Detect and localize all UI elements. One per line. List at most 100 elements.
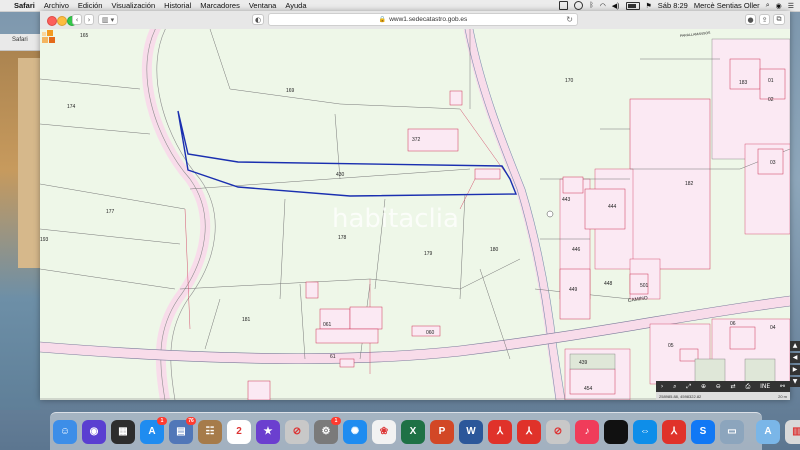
zoom-out-tool-icon[interactable]: ⊖ [716, 383, 721, 390]
search-tool-icon[interactable]: ⌕ [673, 383, 676, 391]
parcel-label[interactable]: 449 [569, 287, 578, 293]
parcel-label[interactable]: 165 [80, 33, 89, 39]
parcel-label[interactable]: 446 [572, 247, 581, 253]
background-window-titlebar[interactable]: Safari [0, 34, 40, 51]
pan-left-button[interactable]: ◀ [790, 353, 800, 363]
pan-right-button[interactable]: ▶ [790, 365, 800, 375]
expand-tool-icon[interactable]: › [661, 383, 663, 390]
dock-app-mission-control[interactable]: ▦ [111, 419, 135, 444]
dock-app-system-preferences[interactable]: ⚙ 1 [314, 416, 341, 444]
dock-app-excel[interactable]: X [401, 419, 425, 444]
dock-app-calendar[interactable]: 2 [227, 419, 251, 444]
dock-app-contacts[interactable]: ☷ [198, 419, 222, 444]
parcel-label[interactable]: 04 [770, 325, 776, 331]
location-marker-icon[interactable] [546, 210, 554, 218]
dock-app-shazam[interactable]: S [691, 419, 715, 444]
pan-down-button[interactable]: ▼ [790, 377, 800, 387]
parcel-label[interactable]: 170 [565, 78, 574, 84]
parcel-label[interactable]: 179 [424, 251, 433, 257]
notification-center-icon[interactable]: ☰ [788, 2, 794, 10]
parcel-label[interactable]: 174 [67, 104, 76, 110]
dock-app-safari[interactable]: ✺ [343, 419, 367, 444]
pan-up-button[interactable]: ▲ [790, 341, 800, 351]
ine-tool-button[interactable]: INE [760, 383, 770, 390]
forward-button[interactable]: › [84, 14, 94, 25]
tabs-overview-button[interactable]: ⧉ [773, 14, 785, 25]
extension-button[interactable]: ● [745, 14, 756, 25]
menu-archivo[interactable]: Archivo [44, 1, 69, 10]
parcel-label[interactable]: 193 [40, 237, 49, 243]
privacy-report-button[interactable]: ◐ [252, 14, 264, 25]
parcel-label[interactable]: 372 [412, 137, 421, 143]
menu-edicion[interactable]: Edición [78, 1, 103, 10]
close-window-button[interactable] [47, 16, 57, 26]
dock-app-imovie[interactable]: ★ [256, 419, 280, 444]
battery-icon[interactable] [625, 1, 640, 10]
dock-app-word[interactable]: W [459, 419, 483, 444]
parcel-label[interactable]: 443 [562, 197, 571, 203]
dock-app-app-store[interactable]: A1 [140, 416, 167, 444]
clock[interactable]: Sáb 8:29 [658, 1, 688, 10]
menu-app-name[interactable]: Safari [14, 1, 35, 10]
dock-app-preview[interactable]: ⊘ [546, 419, 570, 444]
dock-app-acrobat-reader[interactable]: ⅄ [517, 419, 541, 444]
dock-app-trash[interactable]: ▥ [785, 419, 800, 444]
menu-ventana[interactable]: Ventana [249, 1, 277, 10]
parcel-label[interactable]: 182 [685, 181, 694, 187]
parcel-label[interactable]: 169 [286, 88, 295, 94]
screen-mirroring-icon[interactable] [559, 1, 569, 10]
dock-app-acrobat[interactable]: ⅄ [488, 419, 512, 444]
parcel-label[interactable]: 177 [106, 209, 115, 215]
parcel-label[interactable]: 03 [770, 160, 776, 166]
parcel-label[interactable]: 178 [338, 235, 347, 241]
dock-app-downloads-folder[interactable]: A [756, 419, 780, 444]
parcel-label[interactable]: 444 [608, 204, 617, 210]
parcel-label[interactable]: 02 [768, 97, 774, 103]
parcel-label[interactable]: 448 [604, 281, 613, 287]
parcel-label[interactable]: 01 [768, 78, 774, 84]
dock-app-photos[interactable]: ❀ [372, 419, 396, 444]
swap-tool-icon[interactable]: ⇄ [731, 383, 736, 390]
dock-app-siri[interactable]: ◉ [82, 419, 106, 444]
wifi-icon[interactable]: ◠ [600, 2, 606, 10]
parcel-label[interactable]: 61 [330, 354, 336, 360]
address-bar[interactable]: 🔒 www1.sedecatastro.gob.es ↻ [268, 13, 578, 26]
parcel-label[interactable]: 454 [584, 386, 593, 392]
siri-icon[interactable]: ◉ [776, 2, 782, 10]
parcel-label[interactable]: 061 [323, 322, 332, 328]
parcel-label[interactable]: 06 [730, 321, 736, 327]
parcel-label-highlighted[interactable]: 430 [336, 172, 345, 178]
print-tool-icon[interactable]: ⎙ [745, 383, 750, 391]
map-canvas[interactable]: habitaclia 165 174 169 170 177 193 430 3… [40, 29, 790, 400]
minimize-window-button[interactable] [57, 16, 67, 26]
dock-app-apple-tv[interactable] [604, 419, 628, 444]
fullscreen-tool-icon[interactable]: ⤢ [686, 383, 691, 391]
user-name[interactable]: Mercè Sentias Oller [694, 1, 760, 10]
menu-marcadores[interactable]: Marcadores [200, 1, 240, 10]
share-button[interactable]: ⇪ [759, 14, 770, 25]
parcel-label[interactable]: 439 [579, 360, 588, 366]
reload-icon[interactable]: ↻ [566, 15, 573, 24]
parcel-label[interactable]: 05 [668, 343, 674, 349]
dock-app-pdf-expert[interactable]: ⅄ [662, 419, 686, 444]
menu-visualizacion[interactable]: Visualización [111, 1, 155, 10]
time-machine-icon[interactable] [574, 1, 584, 10]
dock-app-powerpoint[interactable]: P [430, 419, 454, 444]
sidebar-button[interactable]: ▥ ▾ [98, 14, 118, 25]
dock-app-music[interactable]: ♪ [575, 419, 599, 444]
flag-icon[interactable]: ⚑ [646, 2, 652, 10]
layers-tool-icon[interactable]: ⚯ [780, 383, 785, 390]
zoom-in-tool-icon[interactable]: ⊕ [701, 383, 706, 390]
back-button[interactable]: ‹ [72, 14, 82, 25]
parcel-label[interactable]: 180 [490, 247, 499, 253]
dock-app-no-entry[interactable]: ⊘ [285, 419, 309, 444]
bluetooth-icon[interactable]: ᛒ [589, 2, 593, 9]
cadastral-map[interactable]: habitaclia 165 174 169 170 177 193 430 3… [40, 29, 790, 400]
spotlight-icon[interactable]: ⌕ [766, 2, 770, 10]
dock-app-finder[interactable]: ☺ [53, 419, 77, 444]
dock-app-teamviewer[interactable]: ⇔ [633, 419, 657, 444]
dock-app-image-capture[interactable]: ▭ [720, 419, 744, 444]
parcel-label[interactable]: 060 [426, 330, 435, 336]
parcel-label[interactable]: 181 [242, 317, 251, 323]
menu-ayuda[interactable]: Ayuda [285, 1, 306, 10]
